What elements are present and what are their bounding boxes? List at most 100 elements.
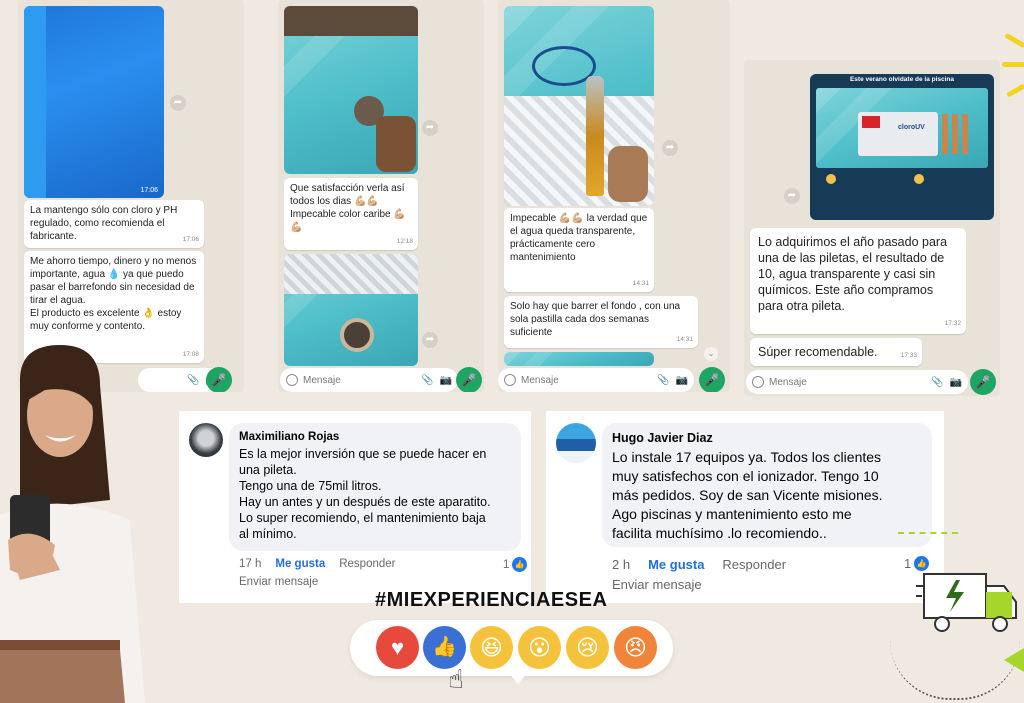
like-button[interactable]: Me gusta	[648, 557, 704, 572]
delivery-truck-icon	[916, 566, 1020, 645]
camera-icon[interactable]: 📷	[950, 377, 962, 388]
emoji-icon[interactable]	[504, 374, 516, 386]
forward-icon[interactable]: ➦	[170, 95, 186, 111]
decorative-dotted-arc	[890, 640, 1020, 700]
woman-with-phone-image	[0, 340, 150, 703]
comment-text: Lo instale 17 equipos ya. Todos los clie…	[612, 448, 922, 543]
comment-bubble: Hugo Javier Diaz Lo instale 17 equipos y…	[602, 423, 932, 547]
comment-actions: 2 h Me gusta Responder	[612, 557, 786, 572]
message-bubble: Súper recomendable. 17:33	[750, 338, 922, 366]
comment-line: más pedidos. Soy de san Vicente misiones…	[612, 487, 883, 503]
comment-bubble: Maximiliano Rojas Es la mejor inversión …	[229, 423, 521, 551]
message-time: 14:31	[632, 280, 649, 287]
like-button[interactable]: Me gusta	[275, 558, 325, 570]
comment-age: 2 h	[612, 557, 631, 572]
message-text: Lo adquirimos el año pasado para una de …	[758, 235, 948, 313]
love-reaction-icon[interactable]: ♥	[376, 626, 419, 669]
message-text: Impecable	[510, 213, 559, 224]
message-text: Impecable color caribe	[290, 209, 394, 220]
send-message-button[interactable]: Enviar mensaje	[239, 576, 318, 588]
thumbs-up-icon: 👍	[512, 557, 528, 572]
message-bubble: Lo adquirimos el año pasado para una de …	[750, 228, 966, 334]
comment-line: facilita muchísimo .lo recomiendo..	[612, 525, 827, 541]
mic-icon[interactable]: 🎤	[456, 367, 482, 392]
comment-line: Es la mejor inversión que se puede hacer…	[239, 447, 487, 461]
flexed-biceps-icon: 💪🏼💪🏼	[558, 213, 584, 224]
product-ad-photo[interactable]: Este verano olvidate de la piscina cloro…	[810, 74, 994, 220]
wow-reaction-icon[interactable]: 😮	[518, 626, 561, 669]
message-input[interactable]: Mensaje 📎 📷	[280, 368, 458, 392]
ad-caption: Este verano olvidate de la piscina	[849, 76, 955, 83]
message-time: 17:08	[182, 351, 199, 358]
like-count: 1 👍	[503, 557, 528, 572]
attach-icon[interactable]: 📎	[187, 375, 199, 386]
message-bubble: Que satisfacción verla así todos los dia…	[284, 178, 418, 250]
pool-photo[interactable]	[504, 352, 654, 366]
decorative-ray	[1006, 83, 1024, 98]
droplet-icon: 💧	[107, 269, 121, 280]
mic-icon[interactable]: 🎤	[970, 369, 996, 395]
decorative-green-shape	[1004, 648, 1024, 672]
message-bubble: Solo hay que barrer el fondo , con una s…	[504, 296, 698, 348]
facebook-comment: Maximiliano Rojas Es la mejor inversión …	[179, 411, 531, 603]
forward-icon[interactable]: ➦	[422, 332, 438, 348]
photo-timestamp: 17:06	[140, 187, 158, 194]
message-input[interactable]: Mensaje 📎 📷	[498, 368, 694, 392]
reply-button[interactable]: Responder	[722, 557, 786, 572]
decorative-wave	[898, 522, 958, 534]
commenter-name[interactable]: Hugo Javier Diaz	[612, 431, 922, 445]
whatsapp-chat-2: ➦ Que satisfacción verla así todos los d…	[278, 0, 484, 392]
scroll-down-icon[interactable]: ⌄	[704, 347, 718, 361]
message-text: Solo hay que barrer el fondo , con una s…	[510, 301, 681, 338]
attach-icon[interactable]: 📎	[421, 375, 433, 386]
camera-icon[interactable]: 📷	[440, 375, 452, 386]
like-count-value: 1	[904, 556, 912, 571]
message-placeholder: Mensaje	[303, 374, 341, 386]
whatsapp-chat-1: 17:06 ➦ La mantengo sólo con cloro y PH …	[18, 0, 244, 392]
message-time: 12:18	[396, 238, 413, 245]
message-input[interactable]: Mensaje 📎 📷	[746, 370, 968, 394]
comment-age: 17 h	[239, 558, 262, 570]
message-bubble: Impecable 💪🏼💪🏼 la verdad que el agua que…	[504, 208, 654, 292]
emoji-icon[interactable]	[286, 374, 298, 386]
forward-icon[interactable]: ➦	[422, 120, 438, 136]
message-bubble: La mantengo sólo con cloro y PH regulado…	[24, 200, 204, 248]
angry-reaction-icon[interactable]: 😠	[614, 626, 657, 669]
whatsapp-chat-4: Este verano olvidate de la piscina cloro…	[744, 60, 1000, 396]
decorative-ray	[1002, 62, 1024, 67]
like-count-value: 1	[503, 558, 510, 571]
mic-icon[interactable]: 🎤	[206, 367, 232, 392]
message-text: La mantengo sólo con cloro y PH regulado…	[30, 205, 178, 242]
comment-line: al mínimo.	[239, 527, 297, 541]
pool-photo[interactable]	[284, 254, 418, 366]
send-message-button[interactable]: Enviar mensaje	[612, 577, 702, 592]
pool-photo[interactable]	[284, 6, 418, 174]
commenter-name[interactable]: Maximiliano Rojas	[239, 431, 511, 443]
comment-line: muy satisfechos con el ionizador. Tengo …	[612, 468, 879, 484]
hand-cursor-icon: ☝	[448, 664, 464, 694]
reply-button[interactable]: Responder	[339, 558, 395, 570]
haha-reaction-icon[interactable]: 😆	[470, 626, 513, 669]
avatar[interactable]	[189, 423, 223, 457]
attach-icon[interactable]: 📎	[657, 375, 669, 386]
forward-icon[interactable]: ➦	[784, 188, 800, 204]
sad-reaction-icon[interactable]: 😢	[566, 626, 609, 669]
decorative-ray	[1004, 32, 1024, 49]
like-reaction-icon[interactable]: 👍	[423, 626, 466, 669]
message-placeholder: Mensaje	[769, 376, 807, 388]
pool-photo[interactable]	[504, 6, 654, 206]
comment-line: Tengo una de 75mil litros.	[239, 479, 382, 493]
facebook-comment: Hugo Javier Diaz Lo instale 17 equipos y…	[546, 411, 944, 603]
mic-icon[interactable]: 🎤	[699, 367, 725, 392]
ok-hand-icon: 👌	[142, 308, 155, 319]
forward-icon[interactable]: ➦	[662, 140, 678, 156]
comment-line: Ago piscinas y mantenimiento esto me	[612, 506, 852, 522]
message-text: Que satisfacción verla así todos los dia…	[290, 183, 405, 207]
message-time: 17:06	[182, 236, 199, 243]
attach-icon[interactable]: 📎	[931, 377, 943, 388]
avatar[interactable]	[556, 423, 596, 463]
camera-icon[interactable]: 📷	[676, 375, 688, 386]
message-time: 17:32	[944, 320, 961, 327]
pool-photo[interactable]: 17:06	[24, 6, 164, 198]
emoji-icon[interactable]	[752, 376, 764, 388]
